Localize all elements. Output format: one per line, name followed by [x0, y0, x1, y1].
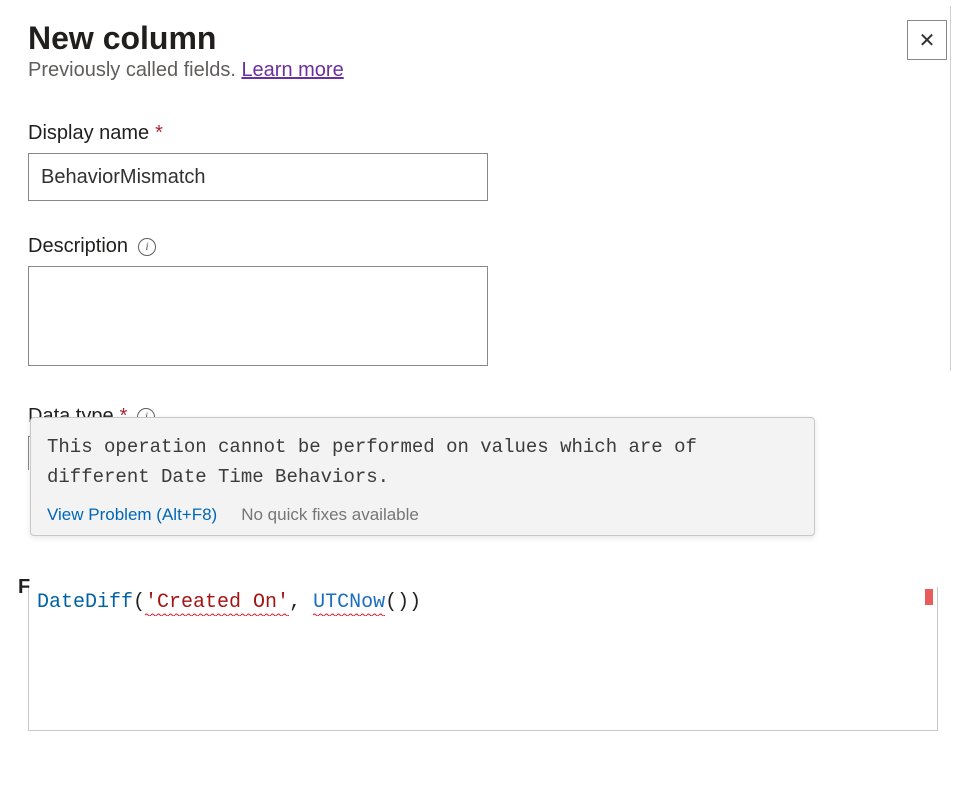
- scroll-error-marker: [925, 589, 933, 605]
- close-icon: ✕: [919, 28, 936, 53]
- formula-arg-createdon: 'Created On': [145, 591, 289, 614]
- info-icon[interactable]: i: [138, 238, 156, 256]
- formula-editor[interactable]: DateDiff('Created On', UTCNow()): [28, 587, 938, 731]
- page-subtitle: Previously called fields. Learn more: [28, 59, 344, 82]
- error-tooltip: This operation cannot be performed on va…: [30, 417, 815, 536]
- description-label: Description i: [28, 235, 947, 258]
- no-fixes-text: No quick fixes available: [241, 505, 419, 525]
- data-type-group: Data type * i This operation cannot be p…: [28, 405, 947, 470]
- close-button[interactable]: ✕: [907, 20, 947, 60]
- description-input[interactable]: [28, 266, 488, 366]
- paren-close2: ): [397, 591, 409, 614]
- formula-func-datediff: DateDiff: [37, 591, 133, 614]
- display-name-label: Display name *: [28, 122, 947, 145]
- paren-close: ): [409, 591, 421, 614]
- header-row: New column Previously called fields. Lea…: [28, 20, 947, 122]
- formula-line: DateDiff('Created On', UTCNow()): [37, 591, 929, 614]
- paren-open: (: [133, 591, 145, 614]
- tooltip-footer: View Problem (Alt+F8) No quick fixes ava…: [47, 505, 798, 525]
- description-group: Description i: [28, 235, 947, 371]
- subtitle-text: Previously called fields.: [28, 59, 241, 81]
- learn-more-link[interactable]: Learn more: [241, 59, 343, 81]
- page-title: New column: [28, 20, 344, 57]
- display-name-group: Display name *: [28, 122, 947, 201]
- paren-open2: (: [385, 591, 397, 614]
- formula-comma: ,: [289, 591, 313, 614]
- tooltip-message: This operation cannot be performed on va…: [47, 432, 798, 493]
- formula-func-utcnow: UTCNow: [313, 591, 385, 614]
- obscured-label-fragment: F: [18, 576, 30, 599]
- display-name-label-text: Display name: [28, 122, 149, 145]
- description-label-text: Description: [28, 235, 128, 258]
- required-asterisk: *: [155, 122, 163, 145]
- panel-divider: [950, 6, 951, 371]
- display-name-input[interactable]: [28, 153, 488, 201]
- view-problem-link[interactable]: View Problem (Alt+F8): [47, 505, 217, 525]
